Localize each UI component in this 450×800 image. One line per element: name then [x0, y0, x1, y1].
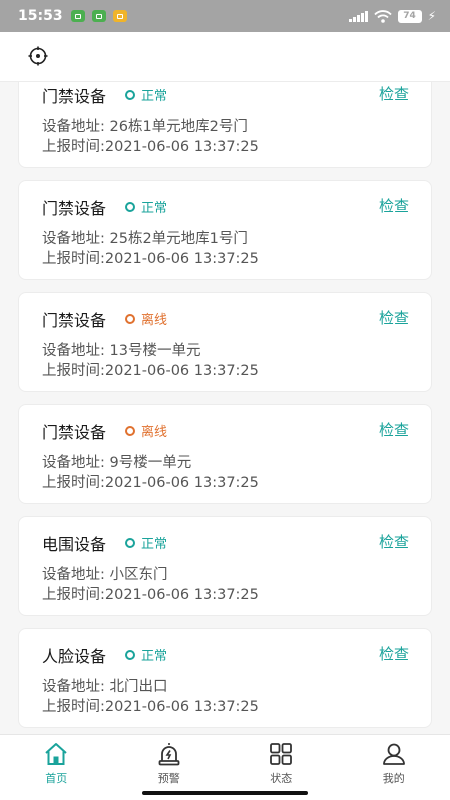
- status-badge: 离线: [125, 421, 167, 440]
- status-dot-icon: [125, 313, 135, 324]
- grid-icon: [270, 743, 293, 765]
- wifi-icon: [373, 9, 392, 23]
- device-address: 设备地址: 13号楼一单元: [42, 343, 201, 359]
- status-dot-icon: [125, 201, 135, 212]
- report-time: 上报时间:2021-06-06 13:37:25: [42, 251, 259, 267]
- status-dot-icon: [125, 89, 135, 100]
- device-address: 设备地址: 26栋1单元地库2号门: [42, 119, 248, 135]
- report-time: 上报时间:2021-06-06 13:37:25: [42, 139, 259, 155]
- tab-label: 状态: [270, 772, 293, 785]
- status-badge: 离线: [125, 309, 167, 328]
- check-button[interactable]: 检查: [379, 195, 409, 216]
- tab-label: 首页: [45, 772, 68, 785]
- device-name: 门禁设备: [42, 311, 107, 330]
- notification-app-icon: [70, 10, 85, 22]
- check-button[interactable]: 检查: [379, 307, 409, 328]
- status-dot-icon: [125, 425, 135, 436]
- locate-icon[interactable]: [28, 46, 48, 66]
- status-badge: 正常: [125, 85, 167, 104]
- status-badge: 正常: [125, 645, 167, 664]
- notification-app-icon: [91, 10, 106, 22]
- device-name: 门禁设备: [42, 423, 107, 442]
- device-address: 设备地址: 9号楼一单元: [42, 455, 192, 471]
- alarm-bell-icon: [158, 743, 180, 766]
- device-name: 门禁设备: [42, 199, 107, 218]
- tab-profile[interactable]: 我的: [338, 735, 450, 800]
- device-card[interactable]: 门禁设备 离线 检查 设备地址: 13号楼一单元 上报时间:2021-06-06…: [18, 292, 432, 392]
- battery-icon: 74: [397, 9, 422, 23]
- report-time: 上报时间:2021-06-06 13:37:25: [42, 475, 259, 491]
- signal-icon: [348, 10, 368, 22]
- device-card[interactable]: 门禁设备 正常 检查 设备地址: 25栋2单元地库1号门 上报时间:2021-0…: [18, 180, 432, 280]
- device-card[interactable]: 人脸设备 正常 检查 设备地址: 北门出口 上报时间:2021-06-06 13…: [18, 628, 432, 728]
- tab-label: 我的: [382, 772, 405, 785]
- check-button[interactable]: 检查: [379, 83, 409, 104]
- home-indicator[interactable]: [142, 791, 308, 795]
- device-card[interactable]: 门禁设备 离线 检查 设备地址: 9号楼一单元 上报时间:2021-06-06 …: [18, 404, 432, 504]
- check-button[interactable]: 检查: [379, 643, 409, 664]
- device-address: 设备地址: 25栋2单元地库1号门: [42, 231, 248, 247]
- user-icon: [382, 743, 405, 765]
- app-bar: [0, 32, 450, 82]
- device-address: 设备地址: 北门出口: [42, 679, 168, 695]
- status-dot-icon: [125, 649, 135, 660]
- status-bar: 15:53 74 ⚡: [0, 0, 450, 32]
- device-name: 电围设备: [42, 535, 107, 554]
- device-name: 门禁设备: [42, 87, 107, 106]
- check-button[interactable]: 检查: [379, 419, 409, 440]
- home-icon: [45, 743, 67, 765]
- status-time: 15:53: [18, 8, 63, 24]
- status-badge: 正常: [125, 533, 167, 552]
- device-card[interactable]: 电围设备 正常 检查 设备地址: 小区东门 上报时间:2021-06-06 13…: [18, 516, 432, 616]
- report-time: 上报时间:2021-06-06 13:37:25: [42, 363, 259, 379]
- report-time: 上报时间:2021-06-06 13:37:25: [42, 587, 259, 603]
- status-dot-icon: [125, 537, 135, 548]
- device-card[interactable]: 门禁设备 正常 检查 设备地址: 26栋1单元地库2号门 上报时间:2021-0…: [18, 82, 432, 168]
- device-list[interactable]: 门禁设备 正常 检查 设备地址: 26栋1单元地库2号门 上报时间:2021-0…: [0, 82, 450, 734]
- report-time: 上报时间:2021-06-06 13:37:25: [42, 699, 259, 715]
- tab-home[interactable]: 首页: [0, 735, 113, 800]
- status-badge: 正常: [125, 197, 167, 216]
- tab-label: 预警: [157, 772, 180, 785]
- device-address: 设备地址: 小区东门: [42, 567, 168, 583]
- notification-message-icon: [112, 10, 127, 22]
- charging-icon: ⚡: [427, 9, 436, 23]
- check-button[interactable]: 检查: [379, 531, 409, 552]
- device-name: 人脸设备: [42, 647, 107, 666]
